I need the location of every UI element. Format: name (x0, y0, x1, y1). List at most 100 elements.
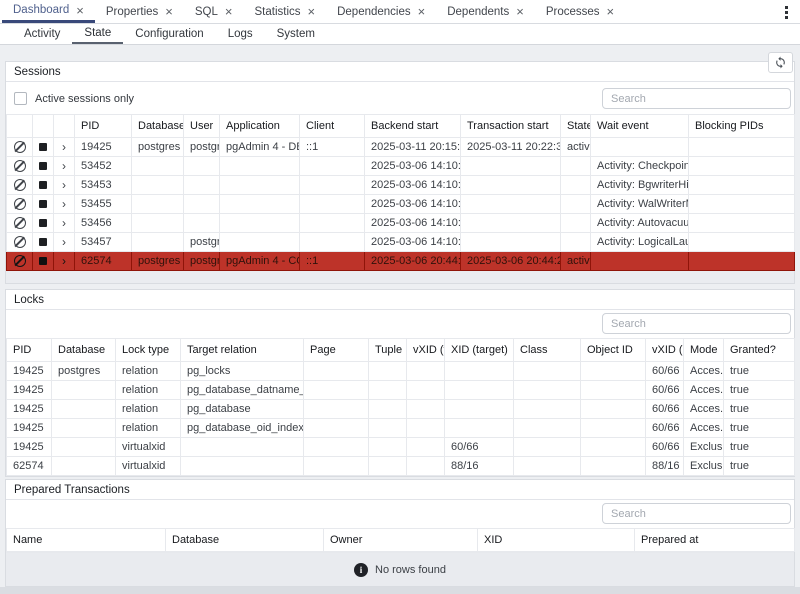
cancel-session-button[interactable] (7, 252, 33, 271)
expand-row-button[interactable]: › (54, 176, 75, 195)
terminate-session-button[interactable] (33, 138, 54, 157)
col-target-relation[interactable]: Target relation (181, 339, 304, 362)
tab-properties[interactable]: Properties × (95, 0, 184, 23)
cell-target_relation: pg_locks (181, 362, 304, 381)
table-row[interactable]: ›534562025-03-06 14:10:11 ...Activity: A… (7, 214, 795, 233)
prepared-search-input[interactable] (602, 503, 791, 524)
col-client[interactable]: Client (300, 115, 365, 138)
close-icon[interactable]: × (607, 5, 615, 18)
col-pid[interactable]: PID (7, 339, 52, 362)
tab-dependencies[interactable]: Dependencies × (326, 0, 436, 23)
col-wait-event[interactable]: Wait event (591, 115, 689, 138)
close-icon[interactable]: × (225, 5, 233, 18)
cell-transaction_start: 2025-03-06 20:44:25 ... (461, 252, 561, 271)
table-row[interactable]: 62574virtualxid88/1688/16Exclusi...true (7, 457, 795, 476)
expand-row-button[interactable]: › (54, 233, 75, 252)
cell-transaction_start (461, 157, 561, 176)
col-vxid-target[interactable]: vXID (t... (407, 339, 445, 362)
expand-row-button[interactable]: › (54, 252, 75, 271)
col-page[interactable]: Page (304, 339, 369, 362)
table-row[interactable]: ›53457postgr...2025-03-06 14:10:11 ...Ac… (7, 233, 795, 252)
col-tuple[interactable]: Tuple (369, 339, 407, 362)
col-name[interactable]: Name (7, 529, 166, 552)
close-icon[interactable]: × (165, 5, 173, 18)
tab-dependents[interactable]: Dependents × (436, 0, 535, 23)
subtab-state[interactable]: State (72, 24, 123, 44)
subtab-system[interactable]: System (265, 24, 327, 44)
expand-row-button[interactable]: › (54, 138, 75, 157)
tab-bar: Dashboard × Properties × SQL × Statistic… (0, 0, 800, 24)
col-lock-type[interactable]: Lock type (116, 339, 181, 362)
table-row[interactable]: 19425postgresrelationpg_locks60/66Acces.… (7, 362, 795, 381)
cancel-session-button[interactable] (7, 233, 33, 252)
cancel-session-button[interactable] (7, 138, 33, 157)
col-object-id[interactable]: Object ID (581, 339, 646, 362)
table-row[interactable]: ›534552025-03-06 14:10:11 ...Activity: W… (7, 195, 795, 214)
subtab-configuration[interactable]: Configuration (123, 24, 215, 44)
table-row[interactable]: ›62574postgrespostgr...pgAdmin 4 - CONN:… (7, 252, 795, 271)
locks-search-input[interactable] (602, 313, 791, 334)
col-state[interactable]: State (561, 115, 591, 138)
tab-dashboard[interactable]: Dashboard × (2, 0, 95, 23)
col-pid[interactable]: PID (75, 115, 132, 138)
terminate-session-button[interactable] (33, 214, 54, 233)
tab-sql[interactable]: SQL × (184, 0, 244, 23)
subtab-logs[interactable]: Logs (216, 24, 265, 44)
table-row[interactable]: ›534522025-03-06 14:10:11 ...Activity: C… (7, 157, 795, 176)
close-icon[interactable]: × (418, 5, 426, 18)
col-prepared-at[interactable]: Prepared at (635, 529, 795, 552)
close-icon[interactable]: × (76, 4, 84, 17)
sessions-search-input[interactable] (602, 88, 791, 109)
col-class[interactable]: Class (514, 339, 581, 362)
table-row[interactable]: 19425relationpg_database60/66Acces...tru… (7, 400, 795, 419)
col-mode[interactable]: Mode (684, 339, 724, 362)
cancel-session-button[interactable] (7, 214, 33, 233)
active-sessions-only-checkbox[interactable] (14, 92, 27, 105)
col-vxid-owner[interactable]: vXID (... (646, 339, 684, 362)
terminate-session-button[interactable] (33, 252, 54, 271)
cancel-session-button[interactable] (7, 195, 33, 214)
expand-row-button[interactable]: › (54, 157, 75, 176)
col-granted[interactable]: Granted? (724, 339, 795, 362)
col-xid-target[interactable]: XID (target) (445, 339, 514, 362)
table-row[interactable]: 19425relationpg_database_datname_ind...6… (7, 381, 795, 400)
col-backend-start[interactable]: Backend start (365, 115, 461, 138)
kebab-menu-icon[interactable] (783, 4, 790, 21)
expand-row-button[interactable]: › (54, 195, 75, 214)
terminate-session-button[interactable] (33, 233, 54, 252)
col-application[interactable]: Application (220, 115, 300, 138)
cell-backend_start: 2025-03-06 14:10:11 ... (365, 195, 461, 214)
dashboard-subtabs: Activity State Configuration Logs System (0, 24, 800, 45)
prepared-table: Name Database Owner XID Prepared at (6, 528, 795, 552)
cancel-session-button[interactable] (7, 157, 33, 176)
terminate-session-button[interactable] (33, 157, 54, 176)
no-rows-message: i No rows found (6, 552, 794, 586)
close-icon[interactable]: × (516, 5, 524, 18)
terminate-session-button[interactable] (33, 195, 54, 214)
cell-tuple (369, 381, 407, 400)
cell-xid_target (445, 400, 514, 419)
cancel-icon (14, 198, 26, 210)
close-icon[interactable]: × (308, 5, 316, 18)
col-owner[interactable]: Owner (324, 529, 478, 552)
col-blocking-pids[interactable]: Blocking PIDs (689, 115, 795, 138)
refresh-button[interactable] (768, 52, 793, 73)
col-database[interactable]: Database (132, 115, 184, 138)
tab-statistics[interactable]: Statistics × (243, 0, 326, 23)
info-icon: i (354, 563, 368, 577)
col-database[interactable]: Database (166, 529, 324, 552)
table-row[interactable]: 19425relationpg_database_oid_index60/66A… (7, 419, 795, 438)
subtab-activity[interactable]: Activity (12, 24, 72, 44)
table-row[interactable]: 19425virtualxid60/6660/66Exclusi...true (7, 438, 795, 457)
col-xid[interactable]: XID (478, 529, 635, 552)
cell-pid: 53456 (75, 214, 132, 233)
col-transaction-start[interactable]: Transaction start (461, 115, 561, 138)
expand-row-button[interactable]: › (54, 214, 75, 233)
col-user[interactable]: User (184, 115, 220, 138)
cancel-session-button[interactable] (7, 176, 33, 195)
tab-processes[interactable]: Processes × (535, 0, 625, 23)
table-row[interactable]: ›534532025-03-06 14:10:11 ...Activity: B… (7, 176, 795, 195)
col-database[interactable]: Database (52, 339, 116, 362)
terminate-session-button[interactable] (33, 176, 54, 195)
table-row[interactable]: ›19425postgrespostgr...pgAdmin 4 - DB:po… (7, 138, 795, 157)
